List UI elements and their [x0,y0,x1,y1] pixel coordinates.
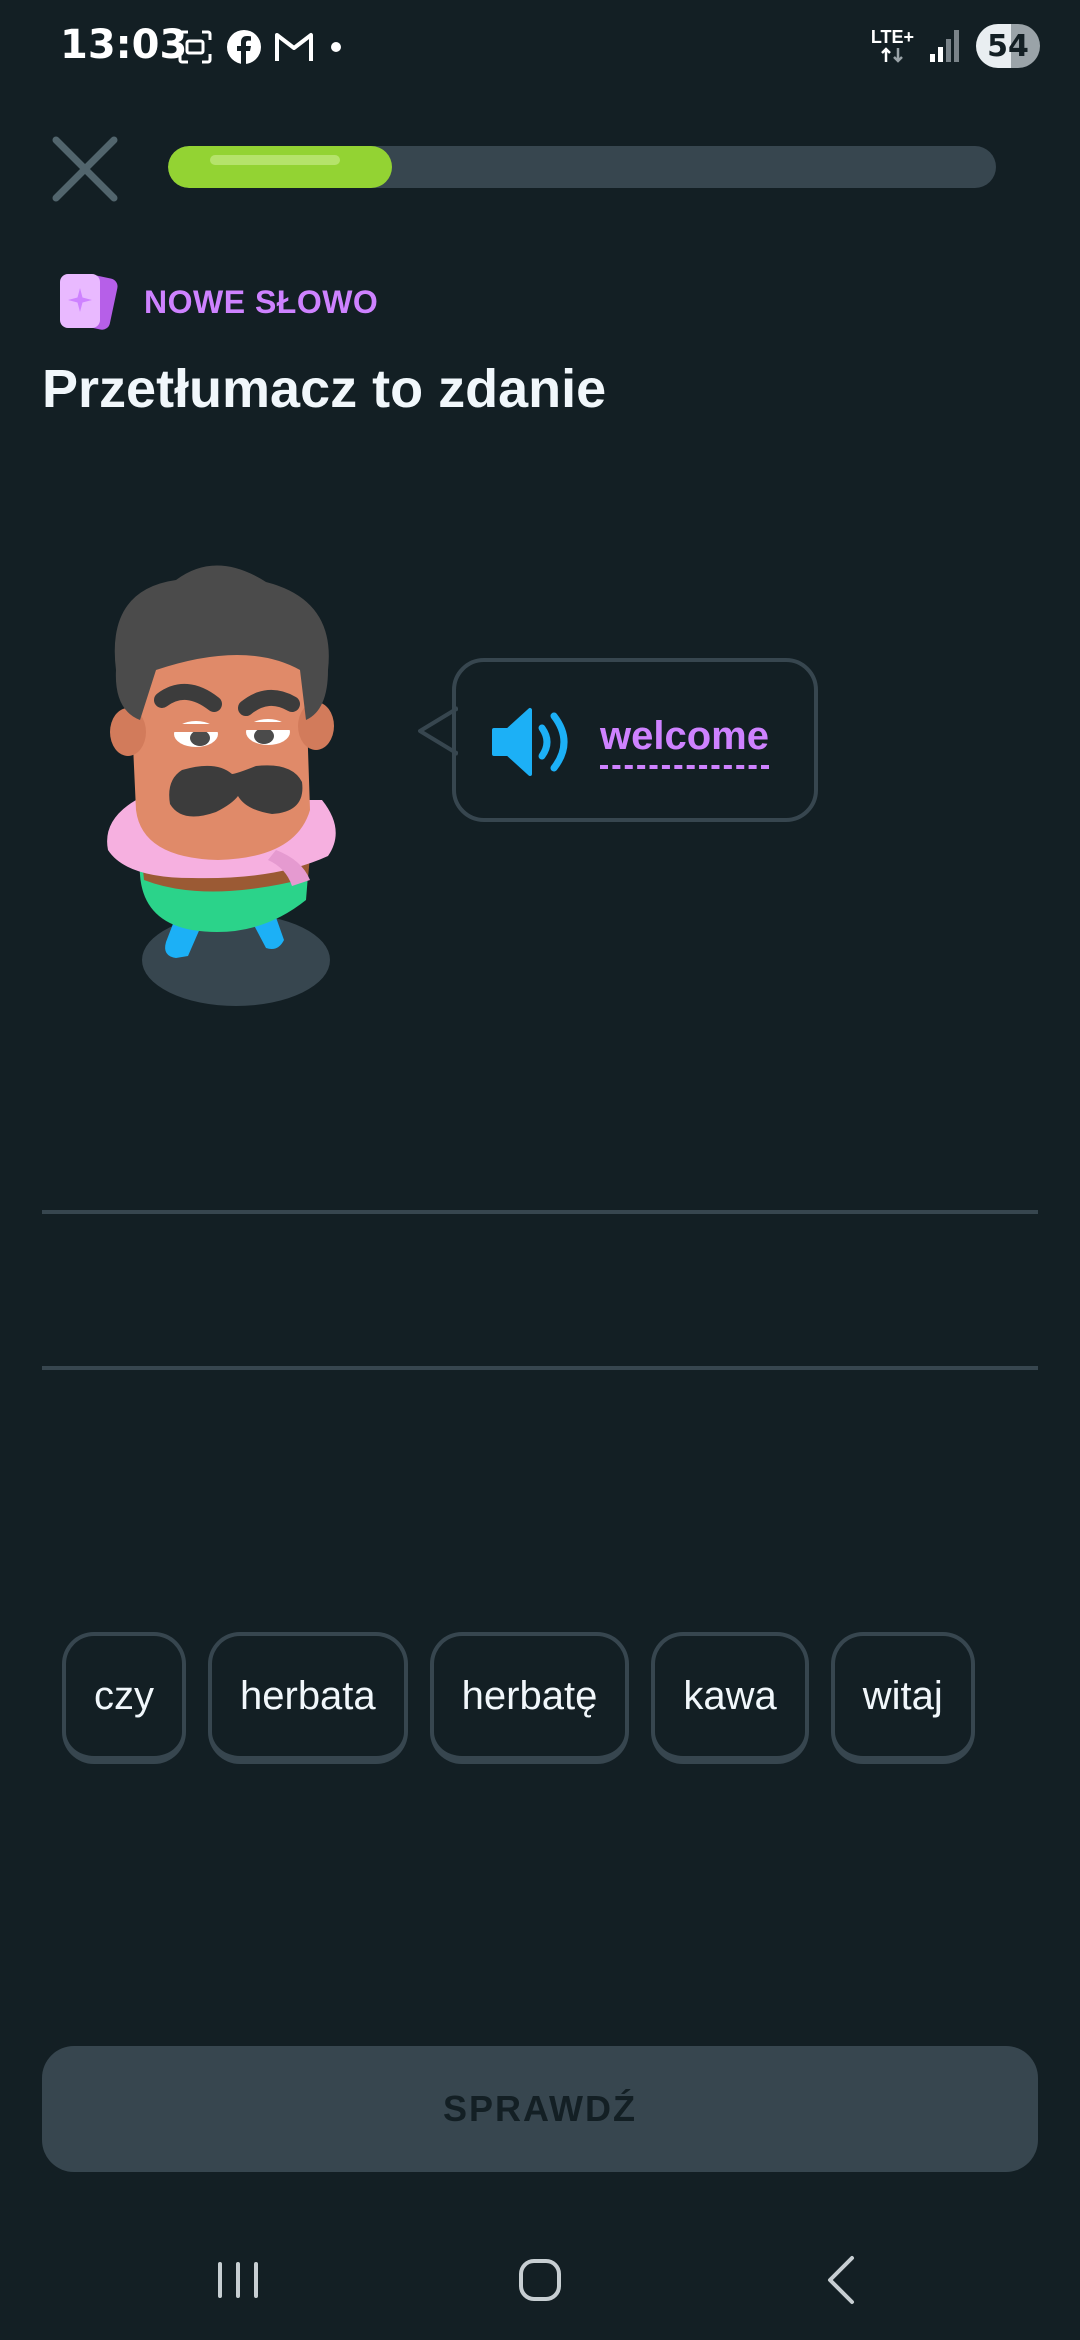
status-bar: 13:03 LTE+ 54 [0,0,1080,100]
close-icon[interactable] [50,134,120,204]
status-icons-left [176,28,346,66]
back-icon[interactable] [802,2250,882,2310]
screenshot-icon [178,30,212,64]
word-chip-kawa[interactable]: kawa [651,1632,809,1764]
new-word-cards-icon [60,274,118,330]
recent-apps-icon[interactable] [198,2250,278,2310]
word-bank: czy herbata herbatę kawa witaj [62,1632,975,1764]
facebook-icon [227,30,261,65]
home-icon[interactable] [500,2250,580,2310]
word-chip-czy[interactable]: czy [62,1632,186,1764]
exercise-title: Przetłumacz to zdanie [42,359,607,419]
check-button[interactable]: SPRAWDŹ [42,2046,1038,2172]
answer-line [42,1366,1038,1370]
lesson-progress-fill [168,146,392,188]
lesson-progress-bar [168,146,996,188]
progress-highlight [210,155,340,165]
speaker-icon[interactable] [490,706,580,778]
dot-icon [331,42,341,52]
signal-icon [930,30,959,62]
network-type: LTE+ [870,27,914,47]
gmail-icon [275,33,313,61]
character-illustration [107,565,336,1006]
data-arrows-icon [881,47,904,63]
answer-area[interactable] [42,1210,1038,1370]
new-word-badge: NOWE SŁOWO [56,270,378,334]
badge-label: NOWE SŁOWO [144,283,379,320]
system-nav-bar [0,2220,1080,2340]
word-chip-herbata[interactable]: herbata [208,1632,408,1764]
status-time: 13:03 [60,22,188,68]
prompt-word[interactable]: welcome [600,714,769,769]
status-icons-right: LTE+ 54 [871,24,1040,68]
answer-line [42,1210,1038,1214]
network-indicator: LTE+ [871,28,914,64]
battery-indicator: 54 [976,24,1040,68]
word-chip-herbate[interactable]: herbatę [429,1632,630,1764]
word-chip-witaj[interactable]: witaj [830,1632,975,1764]
